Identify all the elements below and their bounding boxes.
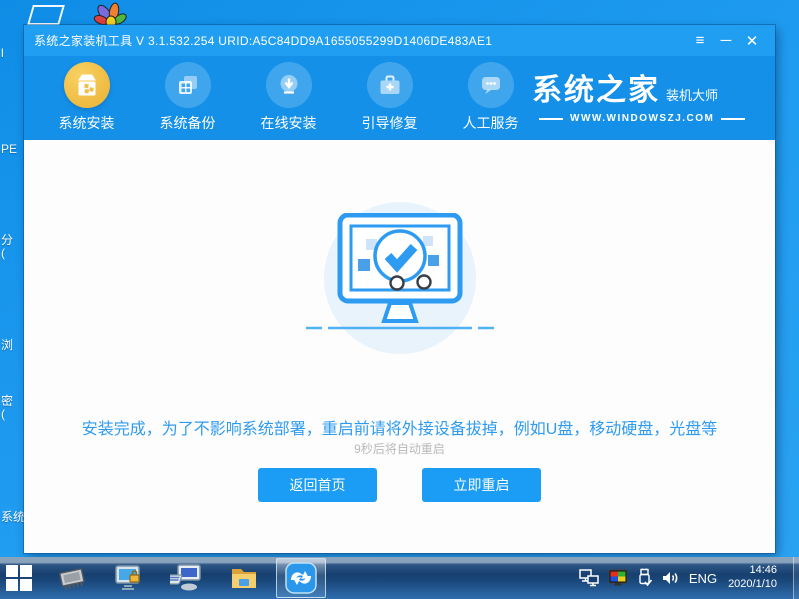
back-home-button[interactable]: 返回首页: [258, 468, 377, 502]
language-indicator[interactable]: ENG: [689, 571, 717, 586]
toolbox-icon: [366, 62, 413, 108]
nav-item-boot-repair[interactable]: 引导修复: [339, 56, 440, 140]
desktop-pc-icon[interactable]: [27, 5, 65, 25]
desktop-label-fragment: 浏: [1, 338, 14, 352]
show-desktop-button[interactable]: [793, 557, 799, 599]
menu-icon[interactable]: ≡: [687, 32, 713, 49]
nav-label: 人工服务: [462, 115, 519, 131]
window-titlebar[interactable]: 系统之家装机工具 V 3.1.532.254 URID:A5C84DD9A165…: [24, 25, 775, 56]
nav-label: 系统安装: [58, 115, 115, 131]
download-icon: [265, 62, 312, 108]
package-icon: [63, 62, 110, 108]
taskbar-folder-icon[interactable]: [228, 563, 260, 593]
brand-name: 系统之家: [532, 74, 660, 107]
taskbar-memory-chip-icon[interactable]: [56, 563, 88, 593]
installer-window: 系统之家装机工具 V 3.1.532.254 URID:A5C84DD9A165…: [24, 25, 775, 553]
nav-item-system-backup[interactable]: 系统备份: [137, 56, 238, 140]
nav-label: 系统备份: [159, 115, 216, 131]
taskbar-clock[interactable]: 14:46 2020/1/10: [728, 564, 777, 592]
nav-label: 引导修复: [361, 115, 418, 131]
restart-countdown: 9秒后将自动重启: [354, 442, 445, 456]
taskbar: ENG 14:46 2020/1/10: [0, 557, 799, 599]
taskbar-installer-app-button[interactable]: [276, 558, 326, 598]
usb-device-icon[interactable]: [637, 568, 652, 588]
clock-time: 14:46: [749, 564, 777, 577]
backup-copies-icon: [164, 62, 211, 108]
desktop-label-fragment: PE: [1, 142, 18, 156]
installer-app-icon: [285, 562, 317, 594]
taskbar-locked-pc-icon[interactable]: [112, 563, 144, 593]
nav-item-system-install[interactable]: 系统安装: [36, 56, 137, 140]
brand-site: WWW.WINDOWSZJ.COM: [570, 113, 715, 124]
main-content: 安装完成，为了不影响系统部署，重启前请将外接设备拔掉，例如U盘，移动硬盘，光盘等…: [24, 140, 775, 553]
window-title: 系统之家装机工具 V 3.1.532.254 URID:A5C84DD9A165…: [34, 34, 493, 48]
restart-now-button[interactable]: 立即重启: [422, 468, 541, 502]
brand-logo: 系统之家 装机大师 WWW.WINDOWSZJ.COM: [532, 65, 757, 124]
nav-item-manual-service[interactable]: 人工服务: [440, 56, 541, 140]
minimize-icon[interactable]: ─: [713, 32, 739, 49]
desktop-label-fragment: (: [1, 246, 5, 260]
close-icon[interactable]: ✕: [739, 32, 765, 50]
desktop-label-fragment: (: [1, 407, 5, 421]
clock-date: 2020/1/10: [728, 578, 777, 590]
brand-subtitle: 装机大师: [666, 88, 719, 103]
nav-label: 在线安装: [260, 115, 317, 131]
taskbar-keyboard-pc-icon[interactable]: [170, 563, 204, 593]
logo-dash: [721, 117, 746, 120]
desktop-label-fragment: l: [1, 46, 4, 60]
display-color-icon[interactable]: [608, 569, 628, 587]
system-tray: ENG 14:46 2020/1/10: [579, 557, 799, 599]
logo-dash: [539, 117, 563, 120]
volume-icon[interactable]: [661, 569, 680, 587]
network-icon[interactable]: [579, 569, 599, 587]
nav-item-online-install[interactable]: 在线安装: [238, 56, 339, 140]
install-complete-message: 安装完成，为了不影响系统部署，重启前请将外接设备拔掉，例如U盘，移动硬盘，光盘等: [81, 421, 718, 438]
desktop-label-fragment: 系统: [1, 510, 26, 524]
main-navbar: 系统安装 系统备份 在线安装 引导修复 人工服务 系统之家 装机大师 WWW.W…: [24, 56, 775, 140]
start-button[interactable]: [0, 557, 38, 599]
windows-logo-icon: [6, 565, 32, 591]
chat-bubble-icon: [467, 62, 514, 108]
